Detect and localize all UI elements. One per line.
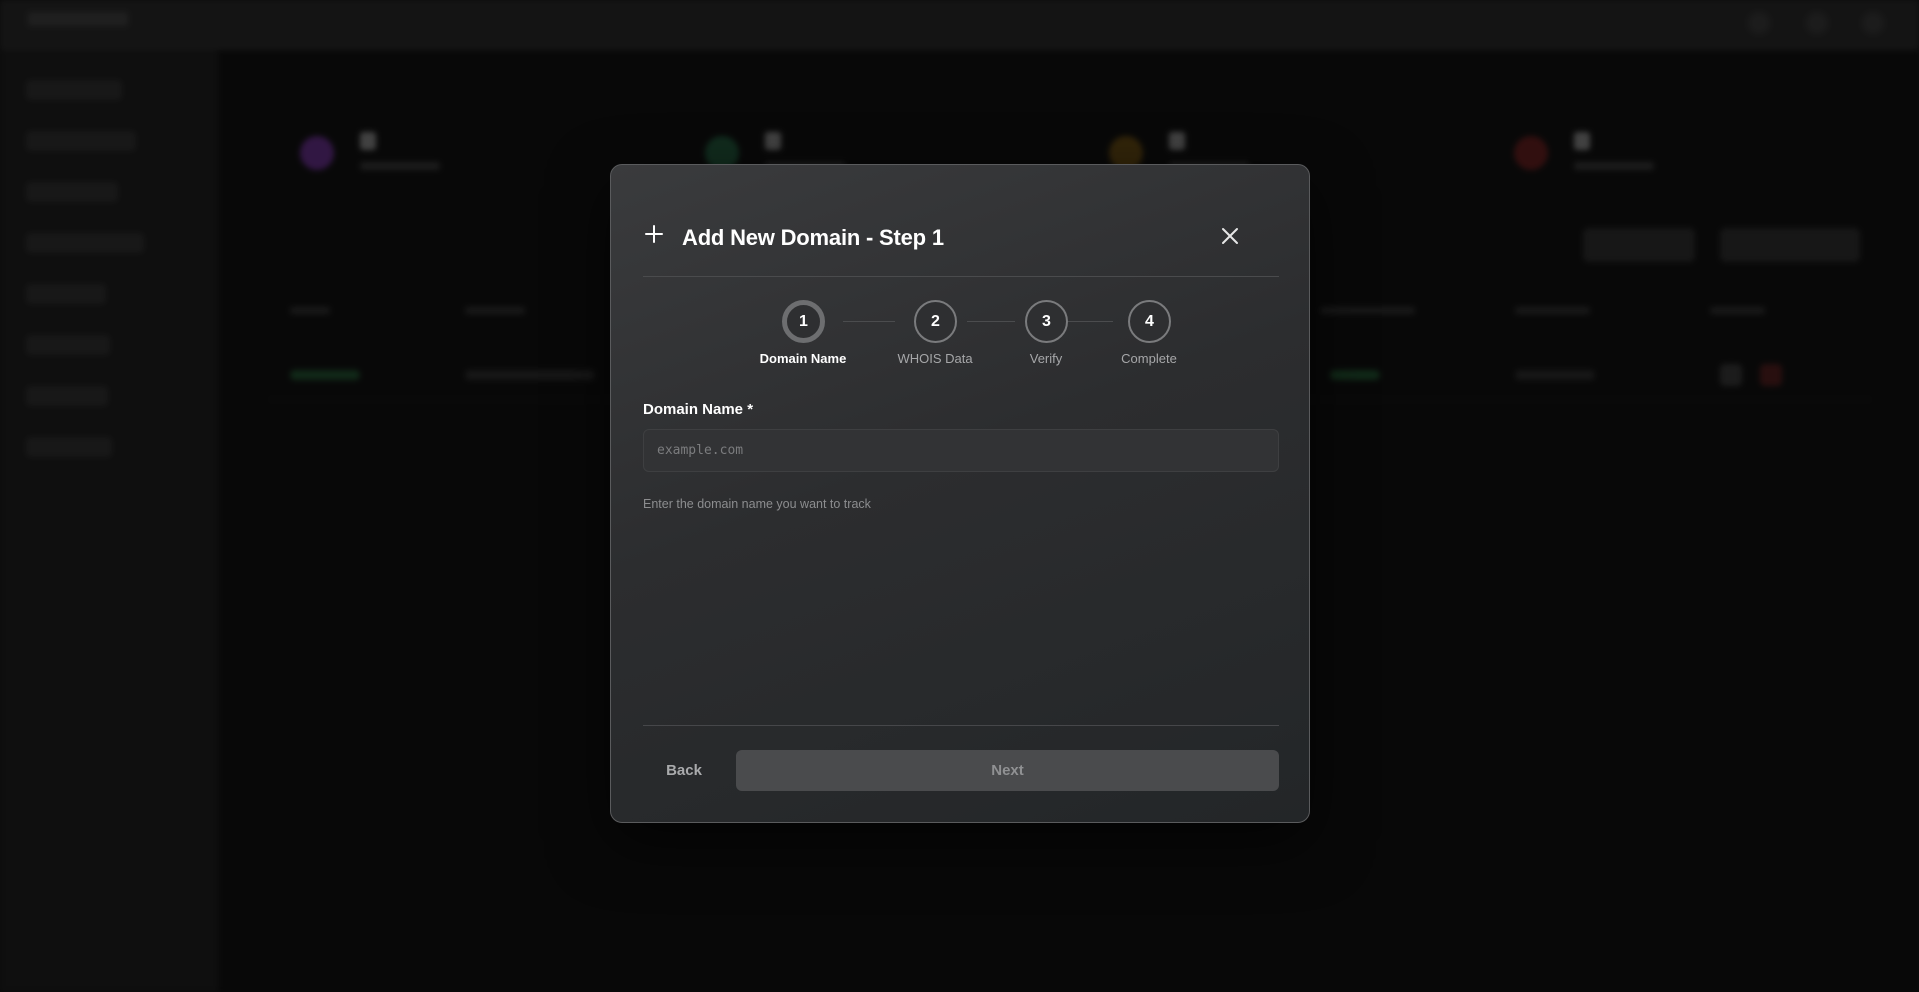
step-label: Domain Name	[759, 351, 847, 366]
step-number: 3	[1025, 300, 1068, 343]
next-button[interactable]: Next	[736, 750, 1279, 791]
step-verify: 3 Verify	[986, 300, 1106, 370]
step-label: Verify	[1029, 351, 1063, 366]
domain-name-input[interactable]	[643, 429, 1279, 472]
plus-icon	[645, 225, 663, 243]
step-number: 2	[914, 300, 957, 343]
modal-title: Add New Domain - Step 1	[682, 225, 944, 250]
step-complete: 4 Complete	[1089, 300, 1209, 370]
step-number: 1	[782, 300, 825, 343]
step-whois-data: 2 WHOIS Data	[875, 300, 995, 370]
step-label: Complete	[1121, 351, 1177, 366]
domain-name-label: Domain Name *	[643, 401, 754, 418]
back-button[interactable]: Back	[643, 750, 725, 791]
footer-divider	[643, 725, 1279, 726]
add-domain-modal: Add New Domain - Step 1 1 Domain Name 2 …	[610, 164, 1310, 823]
step-domain-name: 1 Domain Name	[743, 300, 863, 370]
step-label: WHOIS Data	[897, 351, 973, 366]
close-icon[interactable]	[1219, 225, 1241, 247]
step-number: 4	[1128, 300, 1171, 343]
domain-name-help-text: Enter the domain name you want to track	[643, 497, 871, 511]
